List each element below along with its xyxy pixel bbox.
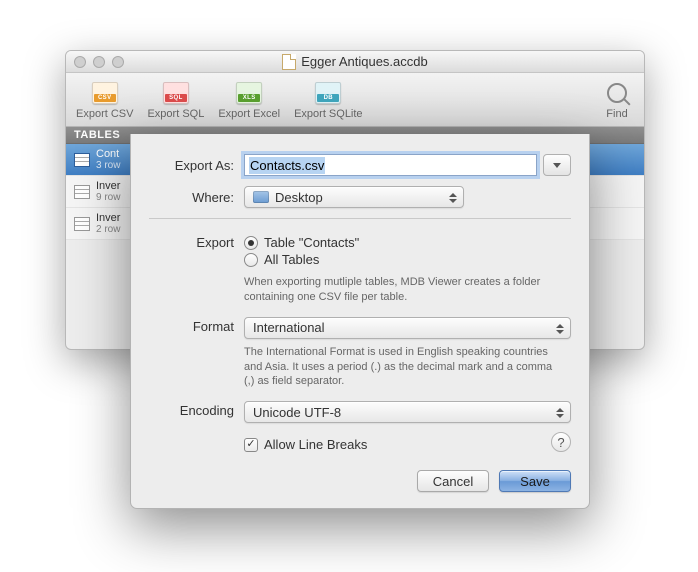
format-value: International bbox=[253, 320, 325, 335]
table-rowcount: 3 row bbox=[96, 160, 120, 171]
folder-icon bbox=[253, 191, 269, 203]
expand-save-panel-button[interactable] bbox=[543, 154, 571, 176]
export-scope-hint: When exporting mutliple tables, MDB View… bbox=[244, 275, 554, 305]
export-sqlite-button[interactable]: DB Export SQLite bbox=[294, 80, 362, 120]
dialog-buttons: Cancel Save bbox=[149, 470, 571, 492]
checkbox-icon bbox=[244, 438, 258, 452]
help-icon: ? bbox=[557, 435, 564, 450]
cancel-label: Cancel bbox=[433, 474, 473, 489]
export-all-radio-row[interactable]: All Tables bbox=[244, 252, 571, 267]
search-icon bbox=[607, 83, 627, 103]
where-select[interactable]: Desktop bbox=[244, 186, 464, 208]
linebreaks-section: Allow Line Breaks bbox=[149, 435, 571, 454]
export-csv-button[interactable]: CSV Export CSV bbox=[76, 80, 133, 120]
export-as-row: Export As: Contacts.csv bbox=[149, 154, 571, 176]
csv-file-icon: CSV bbox=[92, 82, 118, 104]
titlebar: Egger Antiques.accdb bbox=[66, 51, 644, 73]
export-excel-label: Export Excel bbox=[218, 108, 280, 120]
export-scope-label: Export bbox=[149, 233, 234, 269]
radio-icon bbox=[244, 253, 258, 267]
export-table-radio-row[interactable]: Table "Contacts" bbox=[244, 235, 571, 250]
export-sqlite-label: Export SQLite bbox=[294, 108, 362, 120]
table-icon bbox=[74, 217, 90, 231]
export-all-option: All Tables bbox=[264, 252, 319, 267]
table-rowcount: 2 row bbox=[96, 224, 120, 235]
allow-linebreaks-checkbox-row[interactable]: Allow Line Breaks bbox=[244, 437, 571, 452]
export-csv-label: Export CSV bbox=[76, 108, 133, 120]
document-icon bbox=[282, 54, 296, 70]
updown-icon bbox=[555, 321, 565, 337]
export-dialog: Export As: Contacts.csv Where: Desktop E… bbox=[130, 134, 590, 509]
where-label: Where: bbox=[149, 190, 234, 205]
chevron-down-icon bbox=[553, 163, 561, 168]
window-title-text: Egger Antiques.accdb bbox=[301, 54, 427, 69]
where-value: Desktop bbox=[275, 190, 323, 205]
separator bbox=[149, 218, 571, 219]
where-row: Where: Desktop bbox=[149, 186, 571, 208]
export-as-value: Contacts.csv bbox=[249, 157, 325, 174]
format-section: Format International bbox=[149, 317, 571, 339]
export-table-option: Table "Contacts" bbox=[264, 235, 359, 250]
encoding-select[interactable]: Unicode UTF-8 bbox=[244, 401, 571, 423]
find-label: Find bbox=[606, 108, 627, 120]
db-file-icon: DB bbox=[315, 82, 341, 104]
updown-icon bbox=[555, 405, 565, 421]
updown-icon bbox=[448, 190, 458, 206]
find-button[interactable]: Find bbox=[600, 80, 634, 120]
encoding-value: Unicode UTF-8 bbox=[253, 405, 341, 420]
table-name: Inver bbox=[96, 212, 120, 224]
sql-file-icon: SQL bbox=[163, 82, 189, 104]
format-hint: The International Format is used in Engl… bbox=[244, 345, 554, 390]
export-sql-button[interactable]: SQL Export SQL bbox=[147, 80, 204, 120]
save-button[interactable]: Save bbox=[499, 470, 571, 492]
cancel-button[interactable]: Cancel bbox=[417, 470, 489, 492]
export-as-label: Export As: bbox=[149, 158, 234, 173]
table-name: Cont bbox=[96, 148, 120, 160]
export-sql-label: Export SQL bbox=[147, 108, 204, 120]
table-rowcount: 9 row bbox=[96, 192, 120, 203]
table-name: Inver bbox=[96, 180, 120, 192]
table-icon bbox=[74, 153, 90, 167]
encoding-label: Encoding bbox=[149, 401, 234, 423]
save-label: Save bbox=[520, 474, 550, 489]
allow-linebreaks-label: Allow Line Breaks bbox=[264, 437, 367, 452]
xls-file-icon: XLS bbox=[236, 82, 262, 104]
toolbar: CSV Export CSV SQL Export SQL XLS Export… bbox=[66, 73, 644, 127]
table-icon bbox=[74, 185, 90, 199]
encoding-section: Encoding Unicode UTF-8 bbox=[149, 401, 571, 423]
radio-icon bbox=[244, 236, 258, 250]
export-scope-section: Export Table "Contacts" All Tables bbox=[149, 233, 571, 269]
format-label: Format bbox=[149, 317, 234, 339]
export-excel-button[interactable]: XLS Export Excel bbox=[218, 80, 280, 120]
format-select[interactable]: International bbox=[244, 317, 571, 339]
window-title: Egger Antiques.accdb bbox=[66, 54, 644, 70]
export-as-input[interactable]: Contacts.csv bbox=[244, 154, 537, 176]
